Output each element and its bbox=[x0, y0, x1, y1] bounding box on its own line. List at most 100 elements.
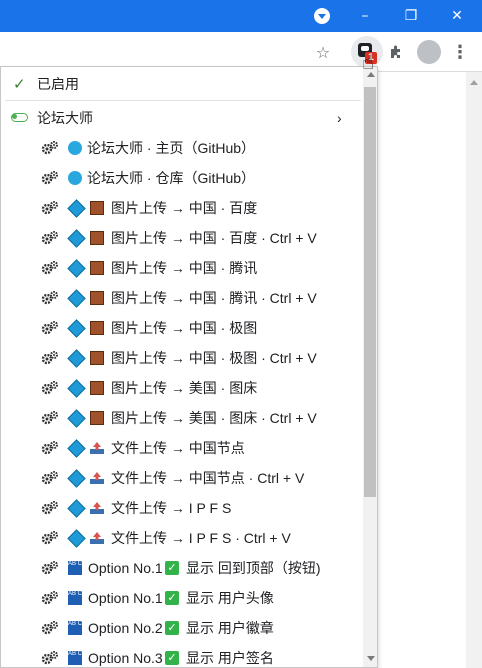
menu-item[interactable]: AB CD Option No.1 ✓ 显示 回到顶部（按钮) bbox=[1, 553, 363, 583]
menu-item-label: 图片上传 → 美国 · 图床 bbox=[111, 380, 258, 396]
diamond-icon bbox=[67, 529, 86, 548]
page-scrollbar[interactable] bbox=[466, 72, 482, 668]
option-label: Option No.3 bbox=[88, 650, 163, 666]
image-icon bbox=[90, 231, 104, 245]
diamond-icon bbox=[67, 259, 86, 278]
gears-icon bbox=[41, 350, 59, 366]
gears-icon bbox=[41, 380, 59, 396]
ab-option-icon: AB CD bbox=[68, 621, 86, 635]
gears-icon bbox=[41, 170, 59, 186]
diamond-icon bbox=[67, 229, 86, 248]
ab-option-icon: AB CD bbox=[68, 561, 86, 575]
menu-item[interactable]: 图片上传 → 中国 · 腾讯 bbox=[1, 253, 363, 283]
menu-item[interactable]: 文件上传 → 中国节点 · Ctrl + V bbox=[1, 463, 363, 493]
menu-item-label: 论坛大师 · 仓库（GitHub） bbox=[87, 170, 256, 186]
extension-name: 论坛大师 bbox=[37, 110, 93, 126]
menu-item[interactable]: 图片上传 → 中国 · 百度 bbox=[1, 193, 363, 223]
extension-submenu-row[interactable]: 论坛大师 › bbox=[1, 103, 363, 133]
avatar[interactable] bbox=[417, 40, 441, 64]
extensions-puzzle-icon[interactable] bbox=[384, 40, 408, 64]
bookmark-star-icon[interactable]: ☆ bbox=[311, 40, 335, 64]
checkbox-checked-icon: ✓ bbox=[165, 561, 179, 575]
menu-item-label: 文件上传 → I P F S bbox=[111, 500, 232, 516]
checkbox-checked-icon: ✓ bbox=[165, 591, 179, 605]
image-icon bbox=[90, 411, 104, 425]
menu-divider bbox=[5, 100, 361, 101]
image-icon bbox=[90, 201, 104, 215]
menu-item-label: 图片上传 → 中国 · 极图 · Ctrl + V bbox=[111, 350, 317, 366]
gears-icon bbox=[41, 590, 59, 606]
menu-item-label: 图片上传 → 中国 · 百度 · Ctrl + V bbox=[111, 230, 317, 246]
menu-item-label: 图片上传 → 中国 · 腾讯 bbox=[111, 260, 258, 276]
option-label: Option No.1 bbox=[88, 590, 163, 606]
menu-item[interactable]: 图片上传 → 美国 · 图床 bbox=[1, 373, 363, 403]
upload-icon bbox=[89, 501, 104, 515]
minimize-button[interactable]: – bbox=[342, 0, 388, 32]
diamond-icon bbox=[67, 319, 86, 338]
menu-item[interactable]: AB CD Option No.1 ✓ 显示 用户头像 bbox=[1, 583, 363, 613]
menu-item-label: 文件上传 → I P F S · Ctrl + V bbox=[111, 530, 291, 546]
menu-item-label: 图片上传 → 中国 · 腾讯 · Ctrl + V bbox=[111, 290, 317, 306]
gears-icon bbox=[41, 440, 59, 456]
upload-icon bbox=[89, 441, 104, 455]
menu-item[interactable]: 图片上传 → 中国 · 百度 · Ctrl + V bbox=[1, 223, 363, 253]
menu-item-label: 图片上传 → 中国 · 极图 bbox=[111, 320, 258, 336]
restore-button[interactable]: ❐ bbox=[388, 0, 434, 32]
close-button[interactable]: ✕ bbox=[434, 0, 480, 32]
enabled-label: 已启用 bbox=[37, 76, 79, 92]
menu-item-label: 文件上传 → 中国节点 bbox=[111, 440, 245, 456]
checkbox-checked-icon: ✓ bbox=[165, 621, 179, 635]
upload-icon bbox=[89, 531, 104, 545]
menu-item[interactable]: AB CD Option No.3 ✓ 显示 用户签名 bbox=[1, 643, 363, 667]
option-text: 显示 回到顶部（按钮) bbox=[186, 560, 321, 576]
menu-item[interactable]: 文件上传 → I P F S · Ctrl + V bbox=[1, 523, 363, 553]
gears-icon bbox=[41, 320, 59, 336]
menu-item[interactable]: 图片上传 → 中国 · 极图 bbox=[1, 313, 363, 343]
diamond-icon bbox=[67, 469, 86, 488]
menu-item-label: 图片上传 → 美国 · 图床 · Ctrl + V bbox=[111, 410, 317, 426]
toggle-on-icon bbox=[11, 113, 28, 122]
gears-icon bbox=[41, 290, 59, 306]
diamond-icon bbox=[67, 289, 86, 308]
menu-item[interactable]: 文件上传 → I P F S bbox=[1, 493, 363, 523]
chevron-right-icon: › bbox=[337, 110, 342, 126]
option-text: 显示 用户签名 bbox=[186, 650, 274, 666]
page-scroll-up-icon[interactable] bbox=[470, 80, 478, 85]
ab-option-icon: AB CD bbox=[68, 591, 86, 605]
image-icon bbox=[90, 321, 104, 335]
option-label: Option No.1 bbox=[88, 560, 163, 576]
option-text: 显示 用户头像 bbox=[186, 590, 274, 606]
image-icon bbox=[90, 261, 104, 275]
menu-item[interactable]: 图片上传 → 美国 · 图床 · Ctrl + V bbox=[1, 403, 363, 433]
menu-item[interactable]: 图片上传 → 中国 · 腾讯 · Ctrl + V bbox=[1, 283, 363, 313]
more-menu-icon[interactable]: ⋮ bbox=[448, 40, 472, 64]
profile-menu-icon[interactable] bbox=[314, 8, 330, 24]
menu-item-label: 文件上传 → 中国节点 · Ctrl + V bbox=[111, 470, 305, 486]
gears-icon bbox=[41, 260, 59, 276]
diamond-icon bbox=[67, 379, 86, 398]
menu-item[interactable]: 文件上传 → 中国节点 bbox=[1, 433, 363, 463]
diamond-icon bbox=[67, 409, 86, 428]
menu-item[interactable]: 论坛大师 · 仓库（GitHub） bbox=[1, 163, 363, 193]
menu-scrollbar-thumb[interactable] bbox=[364, 87, 376, 497]
menu-item[interactable]: 论坛大师 · 主页（GitHub） bbox=[1, 133, 363, 163]
image-icon bbox=[90, 351, 104, 365]
diamond-icon bbox=[67, 199, 86, 218]
gears-icon bbox=[41, 500, 59, 516]
upload-icon bbox=[89, 471, 104, 485]
gears-icon bbox=[41, 140, 59, 156]
enabled-status-row[interactable]: ✓ 已启用 bbox=[1, 69, 363, 99]
mouse-pointer-icon: ☝ bbox=[362, 50, 375, 74]
scroll-down-arrow-icon[interactable] bbox=[367, 656, 375, 661]
menu-item[interactable]: 图片上传 → 中国 · 极图 · Ctrl + V bbox=[1, 343, 363, 373]
option-label: Option No.2 bbox=[88, 620, 163, 636]
checkbox-checked-icon: ✓ bbox=[165, 651, 179, 665]
gears-icon bbox=[41, 230, 59, 246]
menu-item-label: 图片上传 → 中国 · 百度 bbox=[111, 200, 258, 216]
menu-item[interactable]: AB CD Option No.2 ✓ 显示 用户徽章 bbox=[1, 613, 363, 643]
image-icon bbox=[90, 291, 104, 305]
diamond-icon bbox=[67, 439, 86, 458]
gears-icon bbox=[41, 530, 59, 546]
gears-icon bbox=[41, 470, 59, 486]
diamond-icon bbox=[67, 499, 86, 518]
